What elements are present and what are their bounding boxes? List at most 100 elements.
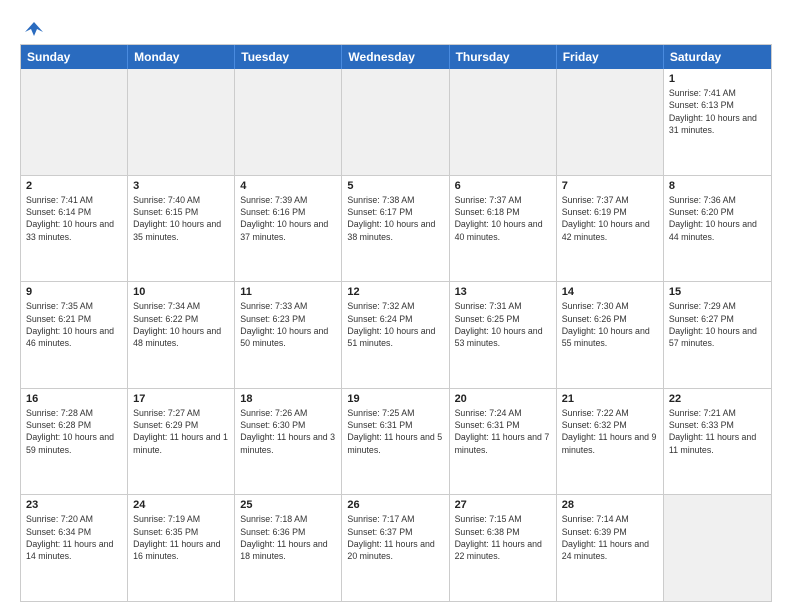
day-cell-1: 1 Sunrise: 7:41 AM Sunset: 6:13 PM Daylig…	[664, 69, 771, 175]
day-info: Sunrise: 7:19 AM Sunset: 6:35 PM Dayligh…	[133, 514, 223, 561]
day-number: 13	[455, 286, 551, 298]
day-number: 19	[347, 393, 443, 405]
day-cell-3: 3 Sunrise: 7:40 AM Sunset: 6:15 PM Daylig…	[128, 176, 235, 282]
day-info: Sunrise: 7:33 AM Sunset: 6:23 PM Dayligh…	[240, 301, 330, 348]
day-number: 5	[347, 180, 443, 192]
day-cell-21: 21 Sunrise: 7:22 AM Sunset: 6:32 PM Dayli…	[557, 389, 664, 495]
header	[20, 18, 772, 36]
day-cell-20: 20 Sunrise: 7:24 AM Sunset: 6:31 PM Dayli…	[450, 389, 557, 495]
day-number: 26	[347, 499, 443, 511]
header-day-saturday: Saturday	[664, 45, 771, 69]
day-number: 16	[26, 393, 122, 405]
day-cell-13: 13 Sunrise: 7:31 AM Sunset: 6:25 PM Dayli…	[450, 282, 557, 388]
day-number: 24	[133, 499, 229, 511]
calendar-row-3: 16 Sunrise: 7:28 AM Sunset: 6:28 PM Dayli…	[21, 389, 771, 496]
day-number: 20	[455, 393, 551, 405]
day-number: 18	[240, 393, 336, 405]
day-number: 10	[133, 286, 229, 298]
day-number: 9	[26, 286, 122, 298]
day-info: Sunrise: 7:41 AM Sunset: 6:13 PM Dayligh…	[669, 88, 759, 135]
day-info: Sunrise: 7:15 AM Sunset: 6:38 PM Dayligh…	[455, 514, 545, 561]
day-info: Sunrise: 7:41 AM Sunset: 6:14 PM Dayligh…	[26, 195, 116, 242]
calendar: SundayMondayTuesdayWednesdayThursdayFrid…	[20, 44, 772, 602]
day-number: 27	[455, 499, 551, 511]
day-cell-2: 2 Sunrise: 7:41 AM Sunset: 6:14 PM Daylig…	[21, 176, 128, 282]
day-cell-9: 9Sunrise: 7:35 AM Sunset: 6:21 PM Daylig…	[21, 282, 128, 388]
day-cell-26: 26 Sunrise: 7:17 AM Sunset: 6:37 PM Dayli…	[342, 495, 449, 601]
header-day-tuesday: Tuesday	[235, 45, 342, 69]
day-number: 3	[133, 180, 229, 192]
day-cell-14: 14 Sunrise: 7:30 AM Sunset: 6:26 PM Dayli…	[557, 282, 664, 388]
page: SundayMondayTuesdayWednesdayThursdayFrid…	[0, 0, 792, 612]
day-cell-10: 10 Sunrise: 7:34 AM Sunset: 6:22 PM Dayli…	[128, 282, 235, 388]
day-cell-4: 4 Sunrise: 7:39 AM Sunset: 6:16 PM Daylig…	[235, 176, 342, 282]
day-info: Sunrise: 7:25 AM Sunset: 6:31 PM Dayligh…	[347, 408, 444, 455]
day-info: Sunrise: 7:17 AM Sunset: 6:37 PM Dayligh…	[347, 514, 437, 561]
day-info: Sunrise: 7:32 AM Sunset: 6:24 PM Dayligh…	[347, 301, 437, 348]
empty-cell	[342, 69, 449, 175]
day-cell-24: 24 Sunrise: 7:19 AM Sunset: 6:35 PM Dayli…	[128, 495, 235, 601]
day-number: 22	[669, 393, 766, 405]
day-cell-15: 15Sunrise: 7:29 AM Sunset: 6:27 PM Dayli…	[664, 282, 771, 388]
day-info: Sunrise: 7:31 AM Sunset: 6:25 PM Dayligh…	[455, 301, 545, 348]
day-info: Sunrise: 7:14 AM Sunset: 6:39 PM Dayligh…	[562, 514, 652, 561]
day-info: Sunrise: 7:22 AM Sunset: 6:32 PM Dayligh…	[562, 408, 659, 455]
day-info: Sunrise: 7:39 AM Sunset: 6:16 PM Dayligh…	[240, 195, 330, 242]
empty-cell	[235, 69, 342, 175]
day-cell-17: 17 Sunrise: 7:27 AM Sunset: 6:29 PM Dayli…	[128, 389, 235, 495]
day-info: Sunrise: 7:40 AM Sunset: 6:15 PM Dayligh…	[133, 195, 223, 242]
day-info: Sunrise: 7:28 AM Sunset: 6:28 PM Dayligh…	[26, 408, 116, 455]
day-info: Sunrise: 7:27 AM Sunset: 6:29 PM Dayligh…	[133, 408, 230, 455]
day-cell-6: 6Sunrise: 7:37 AM Sunset: 6:18 PM Daylig…	[450, 176, 557, 282]
day-number: 6	[455, 180, 551, 192]
day-info: Sunrise: 7:24 AM Sunset: 6:31 PM Dayligh…	[455, 408, 552, 455]
empty-cell	[128, 69, 235, 175]
day-info: Sunrise: 7:26 AM Sunset: 6:30 PM Dayligh…	[240, 408, 337, 455]
day-cell-28: 28 Sunrise: 7:14 AM Sunset: 6:39 PM Dayli…	[557, 495, 664, 601]
day-number: 15	[669, 286, 766, 298]
empty-cell	[557, 69, 664, 175]
header-day-wednesday: Wednesday	[342, 45, 449, 69]
day-cell-27: 27 Sunrise: 7:15 AM Sunset: 6:38 PM Dayli…	[450, 495, 557, 601]
calendar-body: 1 Sunrise: 7:41 AM Sunset: 6:13 PM Daylig…	[21, 69, 771, 601]
header-day-friday: Friday	[557, 45, 664, 69]
calendar-header: SundayMondayTuesdayWednesdayThursdayFrid…	[21, 45, 771, 69]
day-number: 1	[669, 73, 766, 85]
day-info: Sunrise: 7:34 AM Sunset: 6:22 PM Dayligh…	[133, 301, 223, 348]
day-cell-19: 19 Sunrise: 7:25 AM Sunset: 6:31 PM Dayli…	[342, 389, 449, 495]
header-day-sunday: Sunday	[21, 45, 128, 69]
calendar-row-0: 1 Sunrise: 7:41 AM Sunset: 6:13 PM Daylig…	[21, 69, 771, 176]
day-number: 25	[240, 499, 336, 511]
day-cell-23: 23Sunrise: 7:20 AM Sunset: 6:34 PM Dayli…	[21, 495, 128, 601]
day-number: 28	[562, 499, 658, 511]
day-number: 21	[562, 393, 658, 405]
day-cell-5: 5 Sunrise: 7:38 AM Sunset: 6:17 PM Daylig…	[342, 176, 449, 282]
day-info: Sunrise: 7:18 AM Sunset: 6:36 PM Dayligh…	[240, 514, 330, 561]
day-cell-8: 8Sunrise: 7:36 AM Sunset: 6:20 PM Daylig…	[664, 176, 771, 282]
calendar-row-2: 9Sunrise: 7:35 AM Sunset: 6:21 PM Daylig…	[21, 282, 771, 389]
day-cell-22: 22 Sunrise: 7:21 AM Sunset: 6:33 PM Dayli…	[664, 389, 771, 495]
day-cell-11: 11 Sunrise: 7:33 AM Sunset: 6:23 PM Dayli…	[235, 282, 342, 388]
calendar-row-4: 23Sunrise: 7:20 AM Sunset: 6:34 PM Dayli…	[21, 495, 771, 601]
day-info: Sunrise: 7:30 AM Sunset: 6:26 PM Dayligh…	[562, 301, 652, 348]
day-number: 17	[133, 393, 229, 405]
calendar-row-1: 2 Sunrise: 7:41 AM Sunset: 6:14 PM Daylig…	[21, 176, 771, 283]
day-number: 23	[26, 499, 122, 511]
day-cell-25: 25 Sunrise: 7:18 AM Sunset: 6:36 PM Dayli…	[235, 495, 342, 601]
day-number: 14	[562, 286, 658, 298]
empty-cell	[21, 69, 128, 175]
day-number: 4	[240, 180, 336, 192]
day-number: 7	[562, 180, 658, 192]
day-number: 11	[240, 286, 336, 298]
header-day-thursday: Thursday	[450, 45, 557, 69]
logo	[20, 22, 45, 36]
day-cell-16: 16 Sunrise: 7:28 AM Sunset: 6:28 PM Dayli…	[21, 389, 128, 495]
day-info: Sunrise: 7:21 AM Sunset: 6:33 PM Dayligh…	[669, 408, 759, 455]
empty-cell	[450, 69, 557, 175]
day-info: Sunrise: 7:38 AM Sunset: 6:17 PM Dayligh…	[347, 195, 437, 242]
day-number: 2	[26, 180, 122, 192]
logo-bird-icon	[23, 18, 45, 40]
day-number: 12	[347, 286, 443, 298]
day-cell-7: 7Sunrise: 7:37 AM Sunset: 6:19 PM Daylig…	[557, 176, 664, 282]
empty-cell	[664, 495, 771, 601]
